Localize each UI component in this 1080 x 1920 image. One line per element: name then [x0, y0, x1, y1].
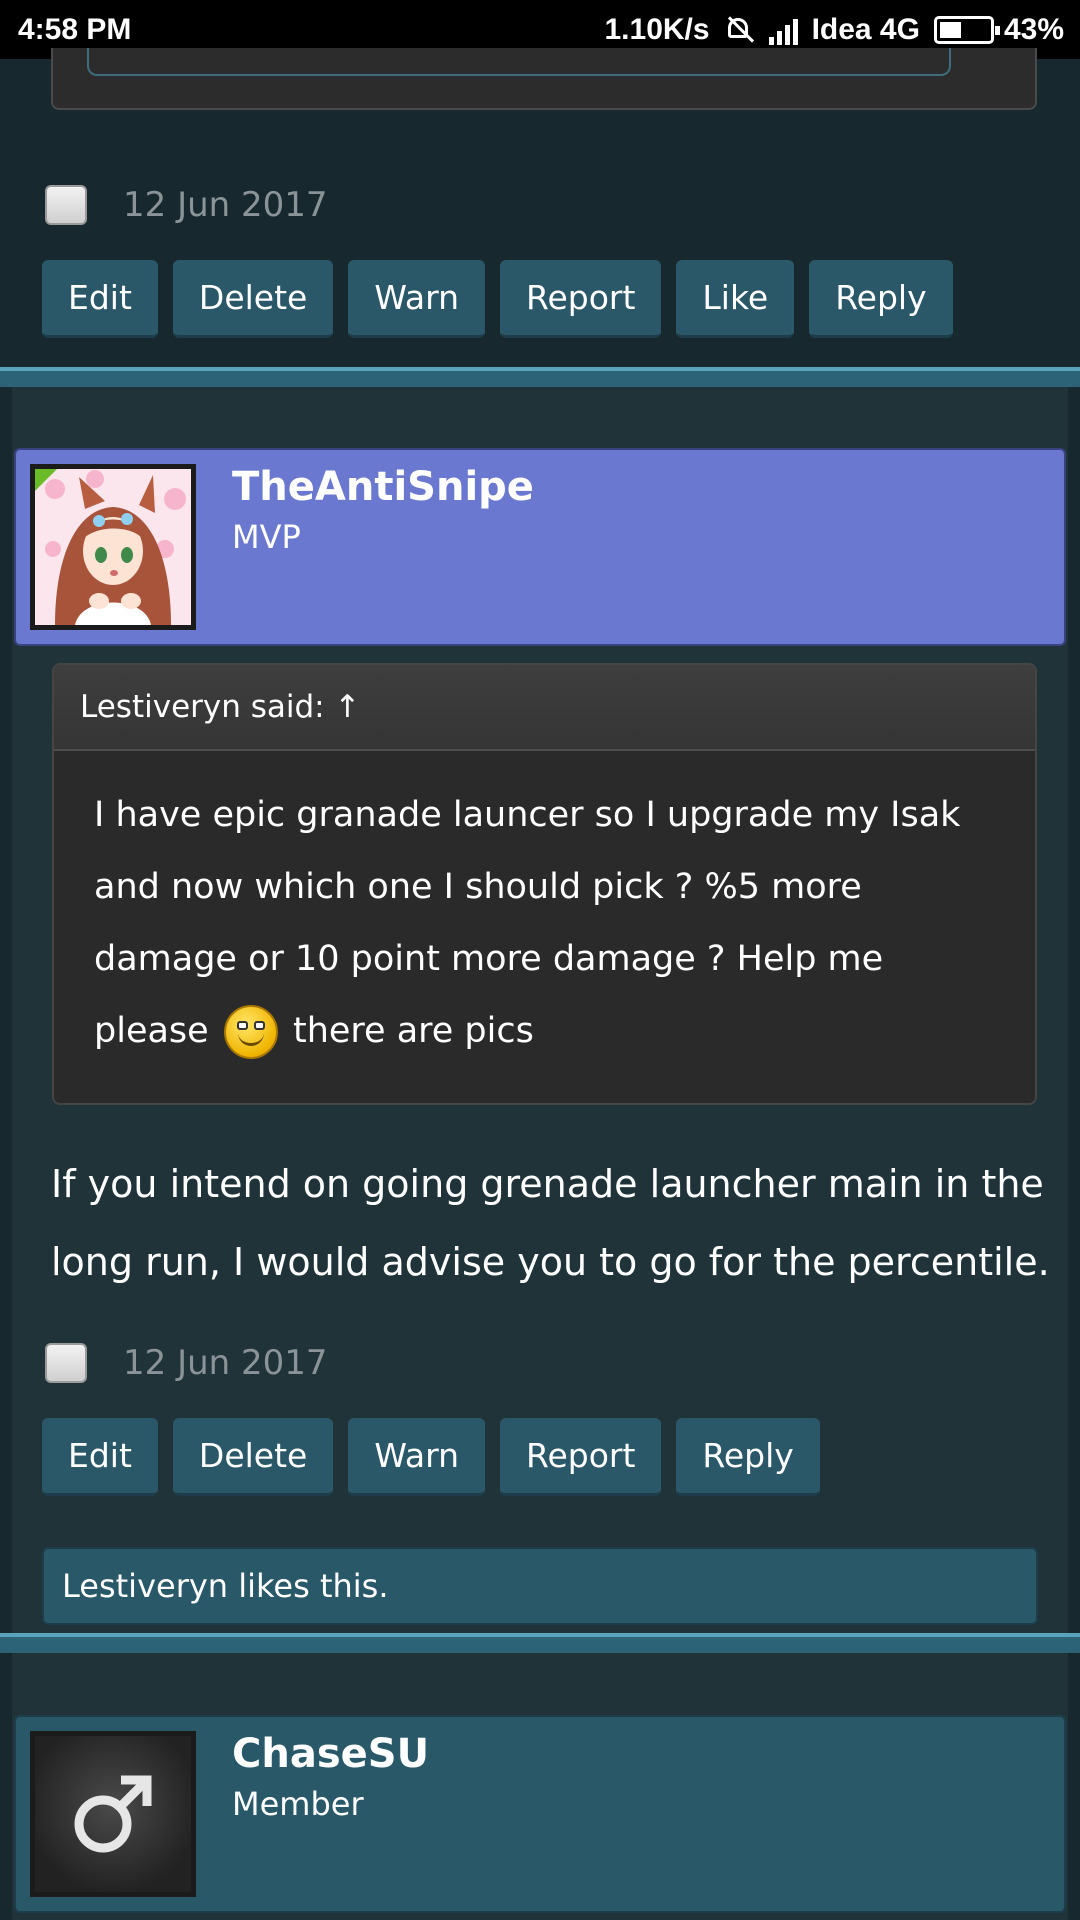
- user-title: MVP: [232, 518, 301, 556]
- quote-text: I have epic granade launcer so I upgrade…: [54, 751, 1035, 1067]
- post-meta: 12 Jun 2017: [45, 185, 328, 225]
- username[interactable]: TheAntiSnipe: [232, 464, 534, 510]
- signal-icon: [766, 15, 798, 45]
- avatar[interactable]: [30, 1731, 196, 1897]
- quote-block: Lestiveryn said: ↑ I have epic granade l…: [52, 663, 1037, 1105]
- battery-percent: 43%: [1003, 13, 1064, 46]
- post-actions: Edit Delete Warn Report Like Reply: [42, 260, 968, 338]
- report-button[interactable]: Report: [500, 260, 662, 338]
- delete-button[interactable]: Delete: [172, 1418, 334, 1496]
- warn-button[interactable]: Warn: [348, 260, 485, 338]
- carrier-label: Idea 4G: [811, 13, 920, 46]
- user-title: Member: [232, 1785, 364, 1823]
- post-date: 12 Jun 2017: [123, 185, 328, 225]
- reply-button[interactable]: Reply: [809, 260, 953, 338]
- post-body: If you intend on going grenade launcher …: [51, 1162, 1050, 1284]
- user-info-bar: ChaseSU Member: [14, 1715, 1066, 1913]
- report-button[interactable]: Report: [500, 1418, 662, 1496]
- user-info-bar: TheAntiSnipe MVP: [14, 448, 1066, 646]
- post-meta: 12 Jun 2017: [45, 1343, 328, 1383]
- likes-summary[interactable]: Lestiveryn likes this.: [42, 1547, 1038, 1625]
- muted-bell-icon: [724, 15, 754, 45]
- previous-post-box: [51, 48, 1037, 110]
- status-time: 4:58 PM: [18, 13, 132, 46]
- male-symbol-icon: [74, 1775, 152, 1853]
- select-checkbox[interactable]: [45, 185, 87, 225]
- smiley-icon: [223, 1005, 278, 1059]
- edit-button[interactable]: Edit: [42, 1418, 158, 1496]
- like-button[interactable]: Like: [676, 260, 795, 338]
- warn-button[interactable]: Warn: [348, 1418, 485, 1496]
- username[interactable]: ChaseSU: [232, 1731, 429, 1777]
- select-checkbox[interactable]: [45, 1343, 87, 1383]
- avatar[interactable]: [30, 464, 196, 630]
- reply-button[interactable]: Reply: [676, 1418, 820, 1496]
- quote-text-part-2: there are pics: [292, 1011, 534, 1051]
- network-speed: 1.10K/s: [604, 13, 710, 46]
- edit-button[interactable]: Edit: [42, 260, 158, 338]
- post-date: 12 Jun 2017: [123, 1343, 328, 1383]
- post-divider: [0, 367, 1080, 387]
- post-divider: [0, 1633, 1080, 1653]
- quote-author[interactable]: Lestiveryn said: ↑: [54, 665, 1035, 751]
- battery-icon: [933, 16, 1000, 44]
- delete-button[interactable]: Delete: [172, 260, 334, 338]
- post-actions: Edit Delete Warn Report Reply: [42, 1418, 835, 1496]
